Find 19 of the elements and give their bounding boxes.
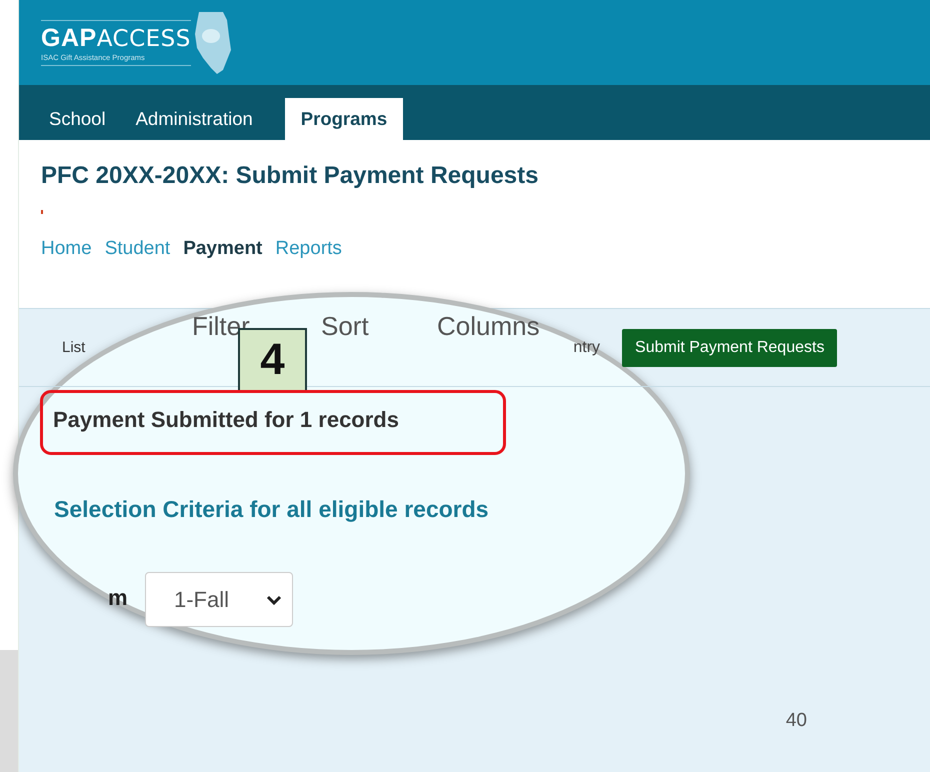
- nav-tab[interactable]: Administration: [124, 98, 265, 140]
- toolbar-label: ntry: [573, 338, 600, 356]
- nav-tab[interactable]: Programs: [284, 98, 404, 140]
- toolbar-label[interactable]: Sort: [321, 311, 369, 342]
- step-badge: 4: [238, 328, 307, 392]
- page-title: PFC 20XX-20XX: Submit Payment Requests: [41, 162, 540, 190]
- subnav-link[interactable]: Payment: [183, 238, 270, 260]
- status-message: Payment Submitted for 1 records: [53, 407, 399, 433]
- toolbar-label[interactable]: Columns: [437, 311, 540, 342]
- logo-title: GAPACCESS: [41, 24, 191, 52]
- nav-tab[interactable]: School: [37, 98, 118, 140]
- state-map-icon: [192, 10, 233, 76]
- section-heading: Selection Criteria for all eligible records: [54, 496, 489, 523]
- list-label: List: [62, 339, 86, 356]
- page-number: 40: [786, 710, 807, 732]
- field-label: m: [108, 585, 128, 611]
- chevron-down-icon: [266, 594, 282, 604]
- term-select[interactable]: 1-Fall: [145, 572, 293, 627]
- submit-button[interactable]: Submit Payment Requests: [622, 328, 838, 366]
